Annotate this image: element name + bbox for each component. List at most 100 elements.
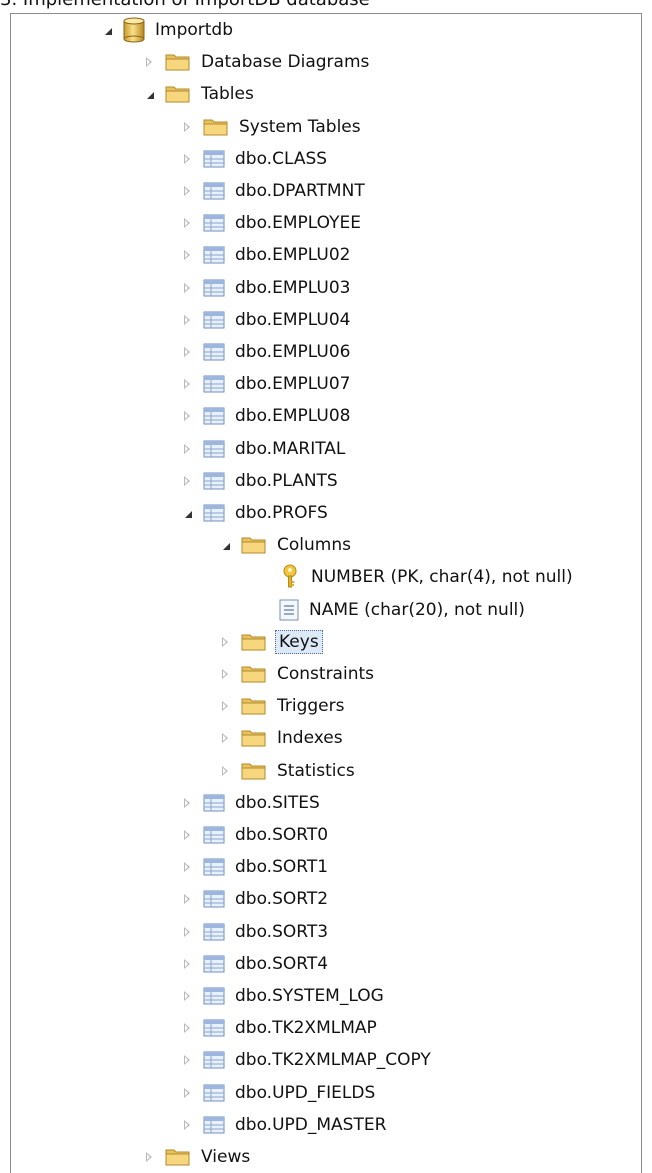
tree-node-label: dbo.UPD_MASTER [235,1114,387,1135]
tree-node-dbo-class[interactable]: dbo.CLASS [179,143,329,175]
table-icon [203,1084,225,1102]
tree-node-dbo-employee[interactable]: dbo.EMPLOYEE [179,207,363,239]
tree-node-dbo-upd-master[interactable]: dbo.UPD_MASTER [179,1109,388,1141]
tree-node-dbo-sort1[interactable]: dbo.SORT1 [179,851,330,883]
tree-node-label: NUMBER (PK, char(4), not null) [311,567,573,588]
expand-arrow-icon[interactable] [179,795,195,811]
tree-node-label: Keys [275,629,323,654]
collapse-arrow-icon[interactable] [217,537,233,553]
expand-arrow-icon[interactable] [179,924,195,940]
tree-node-dbo-marital[interactable]: dbo.MARITAL [179,433,347,465]
expand-arrow-icon[interactable] [217,666,233,682]
expand-arrow-icon[interactable] [179,988,195,1004]
tree-node-name-char-20-not-null[interactable]: NAME (char(20), not null) [255,594,527,626]
tree-node-keys[interactable]: Keys [217,626,323,658]
table-icon [203,1051,225,1069]
expand-arrow-icon[interactable] [179,312,195,328]
tree-node-label: dbo.SYSTEM_LOG [235,986,384,1006]
expand-arrow-icon[interactable] [179,1085,195,1101]
table-icon [203,890,225,908]
tree-node-triggers[interactable]: Triggers [217,690,347,722]
tree-node-label: Constraints [277,664,374,684]
tree-node-dbo-profs[interactable]: dbo.PROFS [179,497,330,529]
tree-node-columns[interactable]: Columns [217,529,353,561]
tree-node-label: Statistics [277,760,355,781]
folder-icon [241,535,267,555]
table-icon [203,1116,225,1134]
expand-arrow-icon[interactable] [179,151,195,167]
expand-arrow-icon[interactable] [179,441,195,457]
tree-node-dbo-sort2[interactable]: dbo.SORT2 [179,883,330,915]
folder-icon [241,728,267,748]
tree-node-number-pk-char-4-not-null[interactable]: NUMBER (PK, char(4), not null) [255,561,575,593]
expand-arrow-icon[interactable] [179,247,195,263]
tree-node-statistics[interactable]: Statistics [217,755,357,787]
tree-node-constraints[interactable]: Constraints [217,658,376,690]
expand-arrow-icon[interactable] [179,891,195,907]
expand-arrow-icon[interactable] [217,634,233,650]
collapse-arrow-icon[interactable] [179,505,195,521]
table-icon [203,1019,225,1037]
expand-arrow-icon[interactable] [179,859,195,875]
expand-arrow-icon[interactable] [217,730,233,746]
key-icon [279,564,301,590]
tree-node-indexes[interactable]: Indexes [217,722,345,754]
tree-node-dbo-system-log[interactable]: dbo.SYSTEM_LOG [179,980,386,1012]
tree-node-views[interactable]: Views [141,1141,252,1173]
table-icon [203,987,225,1005]
tree-node-dbo-tk2xmlmap[interactable]: dbo.TK2XMLMAP [179,1012,379,1044]
expand-arrow-icon[interactable] [179,376,195,392]
expand-arrow-icon[interactable] [179,1117,195,1133]
expand-arrow-icon[interactable] [179,1020,195,1036]
expand-arrow-icon[interactable] [179,408,195,424]
tree-node-dbo-sort3[interactable]: dbo.SORT3 [179,916,330,948]
tree-node-label: Triggers [277,696,345,717]
table-icon [203,311,225,329]
column-icon [279,599,299,621]
expand-arrow-icon[interactable] [141,1149,157,1165]
tree-node-dbo-emplu06[interactable]: dbo.EMPLU06 [179,336,352,368]
tree-node-dbo-emplu08[interactable]: dbo.EMPLU08 [179,400,352,432]
tree-node-dbo-plants[interactable]: dbo.PLANTS [179,465,340,497]
table-icon [203,955,225,973]
tree-node-label: Views [201,1147,251,1167]
tree-node-importdb[interactable]: Importdb [99,14,235,46]
tree-node-label: Database Diagrams [201,52,370,73]
expand-arrow-icon[interactable] [217,698,233,714]
tree-node-dbo-emplu03[interactable]: dbo.EMPLU03 [179,272,352,304]
tree-node-dbo-emplu02[interactable]: dbo.EMPLU02 [179,239,352,271]
expand-arrow-icon[interactable] [179,344,195,360]
tree-node-dbo-sort4[interactable]: dbo.SORT4 [179,948,330,980]
tree-node-system-tables[interactable]: System Tables [179,111,363,143]
expand-arrow-icon[interactable] [179,280,195,296]
collapse-arrow-icon[interactable] [99,22,115,38]
tree-node-database-diagrams[interactable]: Database Diagrams [141,46,371,78]
tree-node-label: Indexes [277,728,343,749]
tree-node-dbo-sites[interactable]: dbo.SITES [179,787,322,819]
tree-node-dbo-dpartmnt[interactable]: dbo.DPARTMNT [179,175,367,207]
tree-node-dbo-tk2xmlmap-copy[interactable]: dbo.TK2XMLMAP_COPY [179,1044,433,1076]
tree-node-dbo-sort0[interactable]: dbo.SORT0 [179,819,330,851]
table-icon [203,150,225,168]
expand-arrow-icon[interactable] [217,763,233,779]
tree-node-label: dbo.EMPLU06 [235,342,351,362]
table-icon [203,472,225,490]
expand-arrow-icon[interactable] [179,215,195,231]
tree-node-label: Tables [201,84,254,105]
tree-node-label: dbo.UPD_FIELDS [235,1082,376,1103]
collapse-arrow-icon[interactable] [141,86,157,102]
expand-arrow-icon[interactable] [179,473,195,489]
tree-node-tables[interactable]: Tables [141,78,256,110]
tree-node-dbo-emplu04[interactable]: dbo.EMPLU04 [179,304,352,336]
expand-arrow-icon[interactable] [179,1052,195,1068]
tree-node-label: dbo.SORT4 [235,953,329,974]
expand-arrow-icon[interactable] [179,827,195,843]
table-icon [203,407,225,425]
tree-node-dbo-emplu07[interactable]: dbo.EMPLU07 [179,368,352,400]
folder-icon [165,84,191,104]
tree-node-dbo-upd-fields[interactable]: dbo.UPD_FIELDS [179,1077,377,1109]
expand-arrow-icon[interactable] [179,183,195,199]
expand-arrow-icon[interactable] [141,54,157,70]
expand-arrow-icon[interactable] [179,119,195,135]
expand-arrow-icon[interactable] [179,956,195,972]
